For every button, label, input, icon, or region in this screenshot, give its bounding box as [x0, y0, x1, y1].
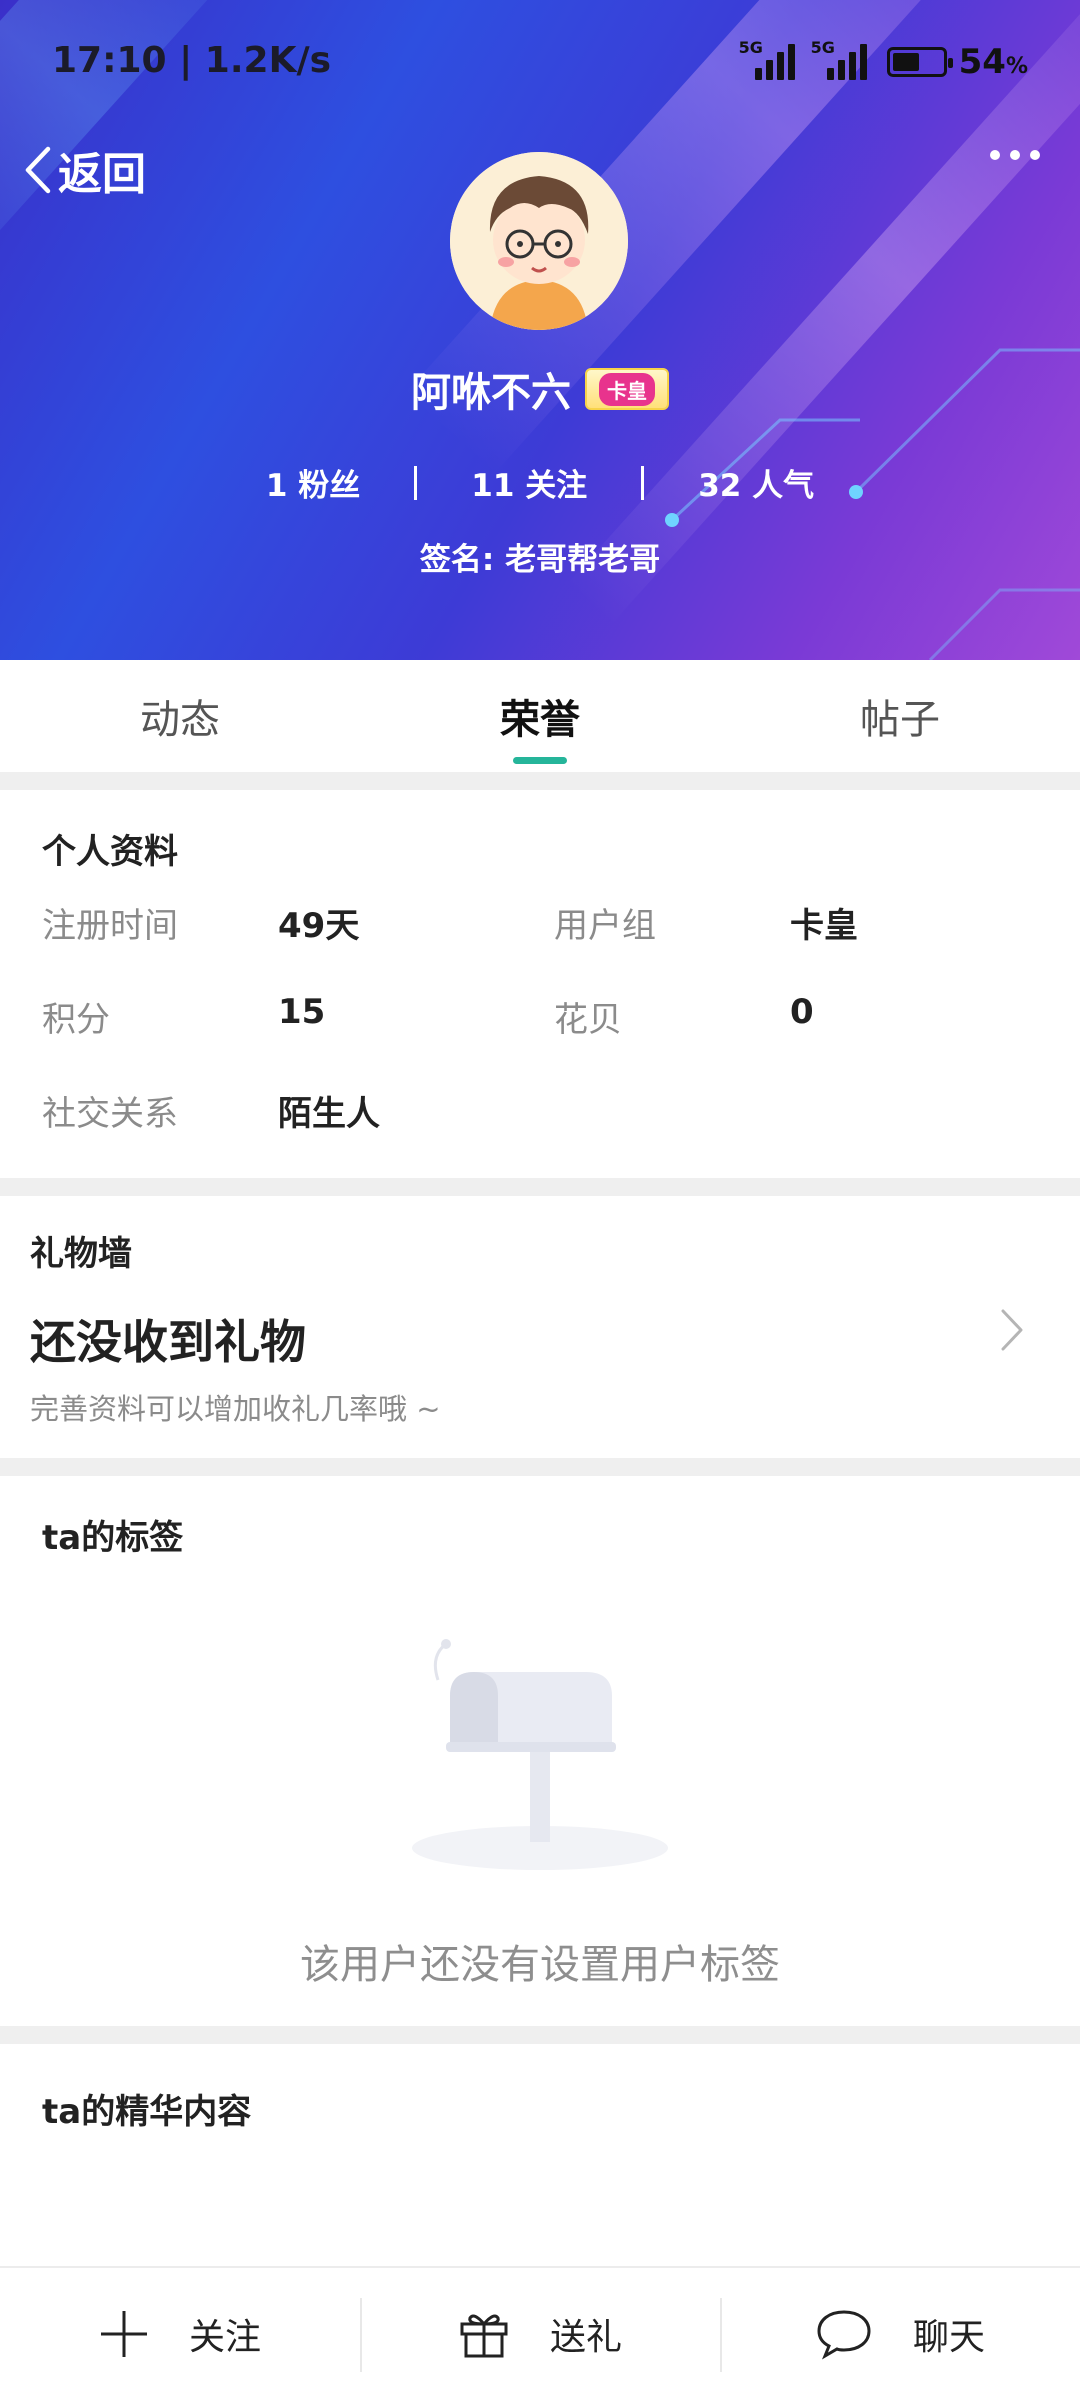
tags-card: ta的标签 该用户还没有设置用户标签 — [0, 1476, 1080, 2026]
personal-info-title: 个人资料 — [42, 832, 178, 872]
status-time: 17:10 | 1.2K/s — [52, 40, 332, 81]
empty-mailbox-icon — [412, 1639, 668, 1870]
personal-info-card: 个人资料 注册时间 49天 用户组 卡皇 积分 15 花贝 0 社交关系 陌生人 — [0, 790, 1080, 1178]
featured-title: ta的精华内容 — [42, 2092, 252, 2132]
gift-icon — [460, 2314, 508, 2358]
user-name: 阿咻不六 — [411, 370, 571, 416]
info-label: 注册时间 — [42, 906, 178, 946]
more-options-button[interactable] — [990, 150, 1040, 160]
tab-activity[interactable]: 动态 — [0, 660, 360, 772]
gift-wall-card[interactable]: 礼物墙 还没收到礼物 完善资料可以增加收礼几率哦 ~ — [0, 1196, 1080, 1458]
stat-popularity: 32 人气 — [698, 468, 815, 504]
info-value: 0 — [790, 992, 814, 1032]
info-label: 用户组 — [554, 906, 656, 946]
avatar-illustration — [450, 152, 628, 330]
info-label: 花贝 — [554, 1000, 622, 1040]
bottom-action-bar: 关注 送礼 聊天 — [0, 2266, 1080, 2400]
gift-wall-empty-text: 还没收到礼物 — [30, 1315, 306, 1369]
chevron-left-icon — [25, 146, 51, 194]
info-label: 社交关系 — [42, 1094, 178, 1134]
profile-header: 17:10 | 1.2K/s 5G 5G 54% 返回 阿咻不六 卡皇 1 粉丝… — [0, 0, 1080, 660]
tab-honors[interactable]: 荣誉 — [360, 660, 720, 772]
profile-tabs: 动态 荣誉 帖子 — [0, 660, 1080, 772]
chat-bubble-icon — [817, 2310, 871, 2360]
status-bar: 17:10 | 1.2K/s 5G 5G 54% — [0, 0, 1080, 128]
info-value: 陌生人 — [278, 1094, 380, 1134]
info-value: 15 — [278, 992, 326, 1032]
chevron-right-icon — [1001, 1309, 1023, 1351]
gift-wall-hint: 完善资料可以增加收礼几率哦 ~ — [30, 1392, 441, 1426]
chat-button[interactable]: 聊天 — [720, 2268, 1080, 2400]
gift-label: 送礼 — [549, 2317, 622, 2358]
status-indicators: 5G 5G 54% — [739, 38, 1028, 82]
back-label: 返回 — [58, 149, 146, 200]
tab-posts[interactable]: 帖子 — [720, 660, 1080, 772]
stat-following[interactable]: 11 关注 — [417, 460, 641, 505]
stats-row: 1 粉丝 11 关注 32 人气 — [0, 460, 1080, 505]
send-gift-button[interactable]: 送礼 — [360, 2268, 720, 2400]
gift-wall-title: 礼物墙 — [30, 1234, 132, 1274]
tags-title: ta的标签 — [42, 1518, 184, 1558]
info-label: 积分 — [42, 1000, 110, 1040]
user-group-badge: 卡皇 — [585, 368, 669, 410]
user-signature: 签名: 老哥帮老哥 — [419, 542, 661, 578]
active-tab-indicator — [513, 757, 567, 764]
more-dots-icon — [990, 150, 1000, 160]
signal-icon: 5G — [739, 38, 795, 80]
follow-label: 关注 — [188, 2317, 261, 2358]
chat-label: 聊天 — [912, 2317, 985, 2358]
info-value: 49天 — [278, 906, 360, 946]
stat-fans[interactable]: 1 粉丝 — [212, 460, 414, 505]
follow-button[interactable]: 关注 — [0, 2268, 360, 2400]
user-name-row: 阿咻不六 卡皇 — [0, 360, 1080, 418]
featured-content-card: ta的精华内容 — [0, 2044, 1080, 2268]
battery-icon — [886, 47, 953, 77]
avatar[interactable] — [450, 152, 628, 330]
plus-icon — [100, 2311, 147, 2357]
back-button[interactable]: 返回 — [22, 138, 146, 202]
info-value: 卡皇 — [790, 906, 858, 946]
battery-percent: 54% — [958, 42, 1028, 82]
signal-icon: 5G — [811, 38, 867, 80]
tags-empty-text: 该用户还没有设置用户标签 — [300, 1942, 780, 1988]
